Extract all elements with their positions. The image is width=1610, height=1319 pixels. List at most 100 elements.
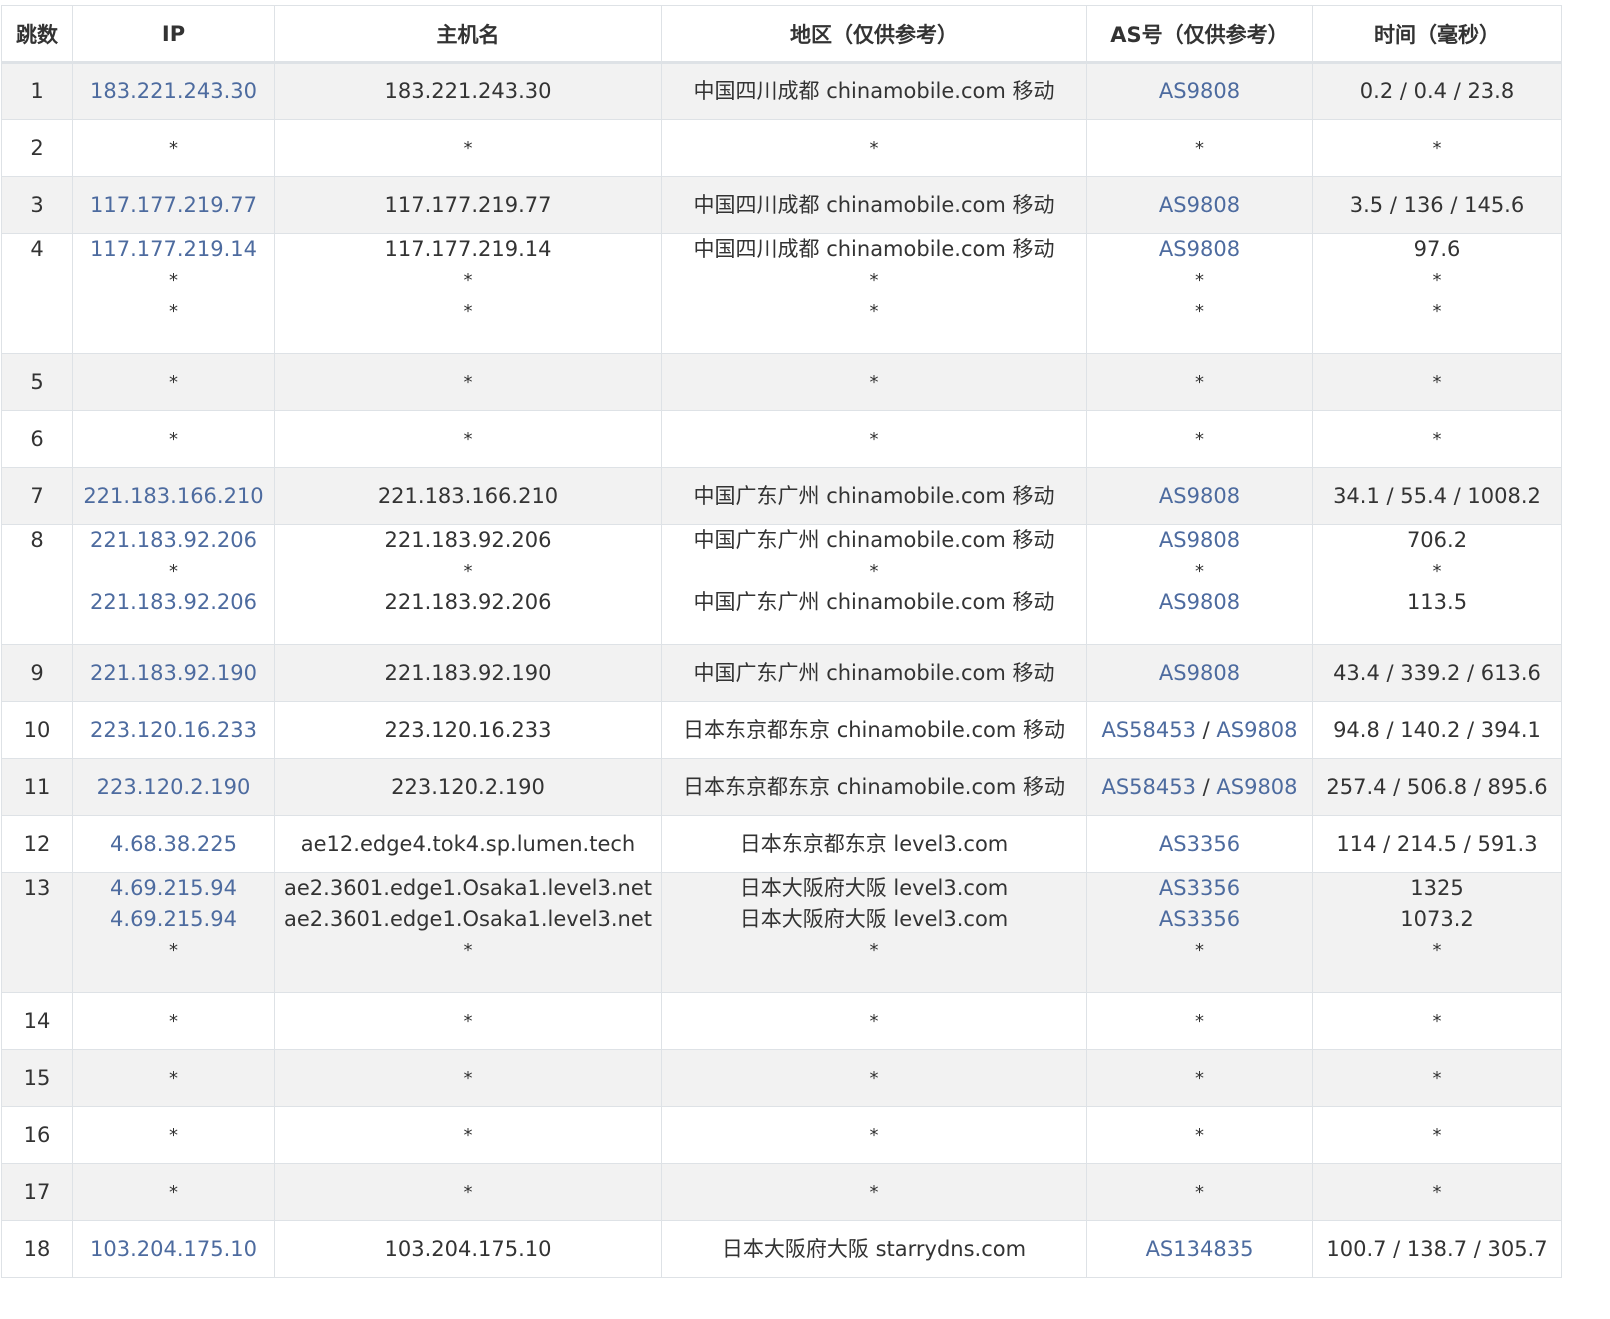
hostname-cell: 183.221.243.30 [274, 62, 662, 120]
region-value: 中国四川成都 chinamobile.com 移动 [693, 192, 1055, 217]
hop-cell: 6 [1, 410, 73, 468]
ip-cell: * [72, 1106, 275, 1164]
ip-link[interactable]: 223.120.16.233 [77, 715, 270, 746]
as-number-cell: AS3356 [1086, 815, 1313, 873]
as-number-link[interactable]: AS9808 [1159, 237, 1240, 261]
empty-marker: * [169, 428, 178, 450]
time-value: 94.8 / 140.2 / 394.1 [1333, 717, 1541, 742]
table-row: 18 103.204.175.10 103.204.175.10 日本大阪府大阪 st… [1, 1220, 1562, 1278]
hop-number: 4 [30, 237, 44, 261]
ip-link[interactable]: 221.183.92.190 [77, 658, 270, 689]
empty-marker: * [169, 270, 178, 291]
as-number-line: AS134835 [1091, 1234, 1308, 1265]
as-number-cell: AS9808 * AS9808 [1086, 524, 1313, 645]
as-number-line: AS9808 [1091, 235, 1308, 266]
ip-link[interactable]: 183.221.243.30 [77, 76, 270, 107]
header-hostname: 主机名 [274, 5, 662, 64]
empty-marker: * [869, 1124, 879, 1146]
hostname-value: 221.183.166.210 [377, 483, 559, 508]
header-region: 地区（仅供参考） [661, 5, 1087, 64]
hop-cell: 14 [1, 992, 73, 1050]
ip-link[interactable]: 4.69.215.94 [77, 874, 270, 905]
as-number-link[interactable]: AS9808 [1159, 79, 1240, 103]
region-cell: 日本东京都东京 level3.com [661, 815, 1087, 873]
empty-marker: * [869, 1010, 879, 1032]
as-number-cell: * [1086, 353, 1313, 411]
ip-link[interactable]: 221.183.92.206 [77, 526, 270, 557]
ip-cell: 4.68.38.225 [72, 815, 275, 873]
region-value: 日本东京都东京 chinamobile.com 移动 [683, 717, 1065, 742]
empty-marker: * [169, 1067, 178, 1089]
ip-link[interactable]: 223.120.2.190 [77, 772, 270, 803]
page: 跳数 IP 主机名 地区（仅供参考） AS号（仅供参考） 时间（毫秒） 1 183… [0, 0, 1610, 1319]
empty-marker: * [1432, 1067, 1442, 1089]
as-number-link[interactable]: AS9808 [1159, 484, 1240, 508]
ip-cell: * [72, 1049, 275, 1107]
as-number-link[interactable]: AS3356 [1159, 907, 1240, 931]
ip-cell: 221.183.92.190 [72, 644, 275, 702]
region-value: 中国四川成都 chinamobile.com 移动 [693, 237, 1055, 261]
as-number-link[interactable]: AS9808 [1216, 775, 1297, 799]
time-value: 43.4 / 339.2 / 613.6 [1333, 660, 1541, 685]
hop-number: 7 [30, 483, 44, 508]
as-number-line: * [1091, 265, 1308, 296]
as-number-link[interactable]: AS3356 [1159, 876, 1240, 900]
ip-link[interactable]: 117.177.219.14 [77, 235, 270, 266]
as-number-line: AS58453 / AS9808 [1091, 715, 1308, 746]
region-value: 日本东京都东京 chinamobile.com 移动 [683, 774, 1065, 799]
as-number-link[interactable]: AS9808 [1159, 590, 1240, 614]
as-number-link[interactable]: AS9808 [1159, 528, 1240, 552]
ip-link[interactable]: 221.183.92.206 [77, 587, 270, 618]
time-value: 34.1 / 55.4 / 1008.2 [1333, 483, 1541, 508]
hop-cell: 5 [1, 353, 73, 411]
hop-number: 5 [30, 369, 44, 394]
hop-number: 10 [23, 717, 51, 742]
traceroute-table: 跳数 IP 主机名 地区（仅供参考） AS号（仅供参考） 时间（毫秒） 1 183… [1, 5, 1562, 1278]
empty-marker: * [1195, 371, 1204, 393]
empty-marker: * [463, 1010, 473, 1032]
hostname-cell: * [274, 1106, 662, 1164]
table-row: 13 4.69.215.94 4.69.215.94 * ae2.3601.edge1.… [1, 872, 1562, 993]
hostname-value: ae2.3601.edge1.Osaka1.level3.net [284, 876, 652, 900]
ip-link[interactable]: 103.204.175.10 [77, 1234, 270, 1265]
ip-link[interactable]: 4.69.215.94 [77, 904, 270, 935]
empty-marker: * [869, 301, 879, 322]
as-number-line: AS3356 [1091, 904, 1308, 935]
region-cell: * [661, 1106, 1087, 1164]
table-row: 17 * * * * * [1, 1163, 1562, 1221]
as-number-line: AS3356 [1091, 829, 1308, 860]
hop-number: 2 [30, 135, 44, 160]
time-cell: 100.7 / 138.7 / 305.7 [1312, 1220, 1562, 1278]
as-number-link[interactable]: AS134835 [1146, 1237, 1254, 1261]
hostname-cell: * [274, 1049, 662, 1107]
hop-number: 1 [30, 79, 44, 103]
table-row: 15 * * * * * [1, 1049, 1562, 1107]
table-row: 7 221.183.166.210 221.183.166.210 中国广东广州 ch… [1, 467, 1562, 525]
ip-cell: * [72, 992, 275, 1050]
hostname-cell: 223.120.2.190 [274, 758, 662, 816]
ip-cell: 221.183.92.206 * 221.183.92.206 [72, 524, 275, 645]
hop-cell: 2 [1, 119, 73, 177]
table-row: 16 * * * * * [1, 1106, 1562, 1164]
as-number-line: AS9808 [1091, 76, 1308, 107]
empty-marker: * [169, 1010, 178, 1032]
ip-link[interactable]: 117.177.219.77 [77, 190, 270, 221]
ip-link[interactable]: 221.183.166.210 [77, 481, 270, 512]
as-number-link[interactable]: AS58453 [1101, 718, 1196, 742]
ip-link[interactable]: 4.68.38.225 [77, 829, 270, 860]
empty-marker: * [869, 1067, 879, 1089]
empty-marker: * [1195, 137, 1204, 159]
as-number-link[interactable]: AS9808 [1159, 661, 1240, 685]
ip-cell: 103.204.175.10 [72, 1220, 275, 1278]
time-cell: 706.2 * 113.5 [1312, 524, 1562, 645]
time-value: 113.5 [1406, 590, 1468, 614]
as-number-link[interactable]: AS9808 [1216, 718, 1297, 742]
as-number-link[interactable]: AS58453 [1101, 775, 1196, 799]
as-separator: / [1195, 774, 1217, 799]
region-value: 日本大阪府大阪 level3.com [739, 907, 1009, 931]
as-number-link[interactable]: AS9808 [1159, 193, 1240, 217]
as-number-line: AS58453 / AS9808 [1091, 772, 1308, 803]
as-number-link[interactable]: AS3356 [1159, 832, 1240, 856]
ip-cell: 183.221.243.30 [72, 62, 275, 120]
time-value: 114 / 214.5 / 591.3 [1336, 831, 1538, 856]
